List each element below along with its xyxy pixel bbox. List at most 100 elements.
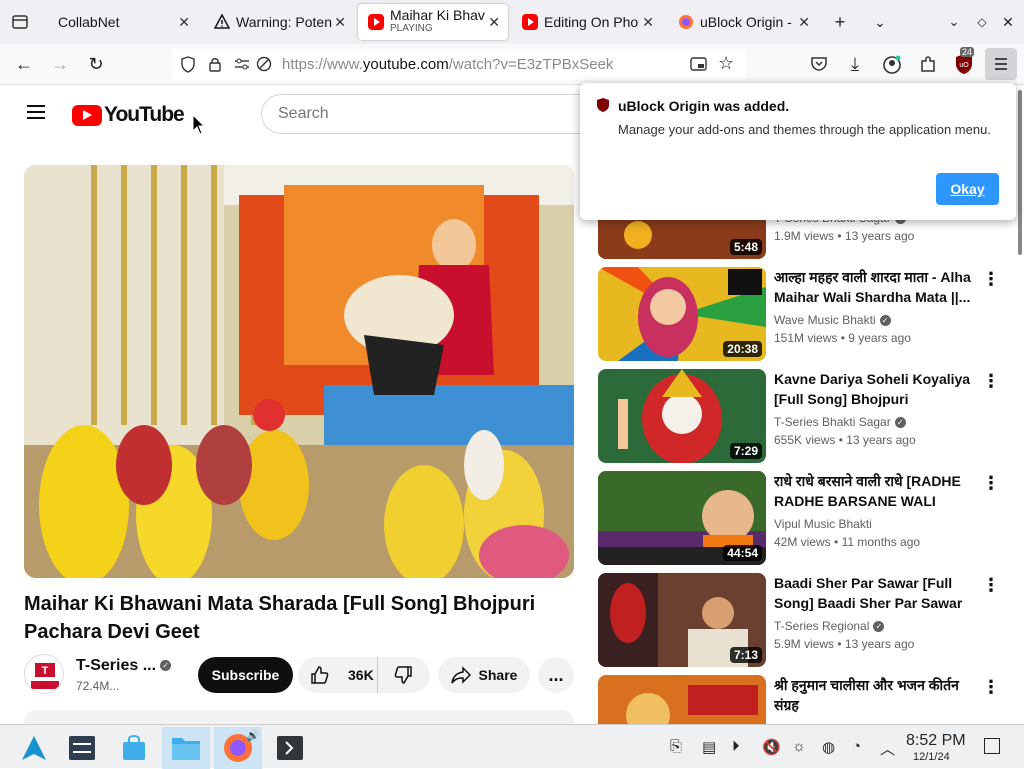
share-button[interactable]: Share: [438, 657, 530, 693]
more-vertical-icon[interactable]: ⋮: [982, 575, 1000, 596]
tab-playing-label: PLAYING: [390, 23, 433, 34]
video-player[interactable]: [24, 165, 574, 578]
video-thumbnail[interactable]: 7:29: [598, 369, 766, 463]
reload-icon[interactable]: ↻: [84, 52, 108, 76]
lock-icon[interactable]: [208, 56, 222, 73]
downloads-icon[interactable]: ⤓: [843, 52, 867, 76]
video-meta: 42M views • 11 months ago: [774, 535, 921, 549]
picture-in-picture-icon[interactable]: [690, 56, 707, 73]
ublock-badge: 24: [960, 47, 975, 57]
clock-date[interactable]: 12/1/24: [913, 751, 950, 763]
taskbar: 🔊 ⎘ ▤ ⏵ 🔇 ☼ ◍ ◔ ︿ 8:52 PM 12/1/24: [0, 724, 1024, 769]
description-box[interactable]: [24, 710, 574, 724]
ublock-origin-icon[interactable]: uO 24: [954, 47, 975, 75]
tab-list-icon[interactable]: ⌄: [868, 10, 892, 34]
software-store-icon[interactable]: [110, 727, 158, 769]
tray-expand-icon[interactable]: ︿: [880, 738, 895, 759]
pocket-icon[interactable]: [810, 56, 828, 72]
tab-warning[interactable]: Warning: Poten ✕: [204, 4, 354, 40]
video-title[interactable]: राधे राधे बरसाने वाली राधे [RADHE RADHE …: [774, 471, 974, 511]
more-vertical-icon[interactable]: ⋮: [982, 269, 1000, 290]
close-icon[interactable]: ✕: [334, 14, 346, 31]
video-title[interactable]: श्री हनुमान चालीसा और भजन कीर्तन संग्रह: [774, 675, 974, 715]
youtube-play-icon: [72, 104, 102, 126]
clock-time[interactable]: 8:52 PM: [906, 732, 966, 750]
tab-overview-icon[interactable]: [8, 10, 32, 34]
okay-button[interactable]: Okay: [936, 173, 999, 205]
video-title[interactable]: Baadi Sher Par Sawar [Full Song] Baadi S…: [774, 573, 974, 613]
url-bar[interactable]: https://www.youtube.com/watch?v=E3zTPBxS…: [172, 49, 746, 80]
autoplay-blocked-icon[interactable]: [256, 56, 272, 72]
url-text[interactable]: https://www.youtube.com/watch?v=E3zTPBxS…: [282, 56, 613, 73]
more-vertical-icon[interactable]: ⋮: [982, 473, 1000, 494]
terminal-icon[interactable]: [266, 727, 314, 769]
more-vertical-icon[interactable]: ⋮: [982, 677, 1000, 698]
like-button[interactable]: 36K: [298, 657, 378, 693]
forward-icon[interactable]: →: [48, 52, 72, 76]
verified-icon: ✓: [873, 621, 885, 633]
minimize-icon[interactable]: ⌄: [942, 10, 966, 34]
video-thumbnail[interactable]: 20:38: [598, 267, 766, 361]
app-menu-button[interactable]: [985, 48, 1017, 80]
video-frame-image: [24, 165, 574, 578]
video-channel[interactable]: Vipul Music Bhakti: [774, 517, 872, 531]
list-item[interactable]: 20:38 आल्हा महहर वाली शारदा माता - Alha …: [598, 267, 1008, 362]
firefox-icon[interactable]: 🔊: [214, 727, 262, 769]
clipboard-icon[interactable]: ⎘: [670, 738, 682, 755]
page-scrollbar[interactable]: [1018, 90, 1022, 255]
app-launcher-icon[interactable]: [10, 727, 58, 769]
channel-avatar[interactable]: T: [24, 654, 64, 694]
more-actions-button[interactable]: ...: [538, 657, 574, 693]
update-icon[interactable]: ◔: [852, 738, 861, 755]
video-title[interactable]: Kavne Dariya Soheli Koyaliya [Full Song]…: [774, 369, 974, 409]
subscribe-button[interactable]: Subscribe: [198, 657, 293, 693]
video-meta: 5.9M views • 13 years ago: [774, 637, 915, 651]
bookmark-star-icon[interactable]: ☆: [718, 53, 734, 74]
file-manager-icon[interactable]: [162, 727, 210, 769]
list-item[interactable]: 7:13 Baadi Sher Par Sawar [Full Song] Ba…: [598, 573, 1008, 668]
video-thumbnail[interactable]: 44:54: [598, 471, 766, 565]
channel-name[interactable]: T-Series ... ✓: [76, 657, 172, 675]
notes-icon[interactable]: ▤: [702, 738, 716, 756]
network-icon[interactable]: ◍: [822, 738, 835, 756]
window-close-icon[interactable]: ✕: [996, 10, 1020, 34]
volume-muted-icon[interactable]: 🔇: [762, 738, 781, 756]
account-icon[interactable]: [882, 55, 902, 75]
search-input[interactable]: Search: [261, 94, 591, 134]
brightness-icon[interactable]: ☼: [792, 738, 806, 755]
tab-collabnet[interactable]: CollabNet ✕: [48, 4, 198, 40]
youtube-logo[interactable]: YouTube: [72, 103, 185, 127]
guide-menu-icon[interactable]: [27, 101, 45, 123]
system-settings-icon[interactable]: [58, 727, 106, 769]
warning-icon: [214, 14, 230, 29]
extensions-puzzle-icon[interactable]: [918, 55, 938, 75]
list-item[interactable]: 44:54 राधे राधे बरसाने वाली राधे [RADHE …: [598, 471, 1008, 566]
video-channel[interactable]: T-Series Bhakti Sagar✓: [774, 415, 906, 429]
tab-editing[interactable]: Editing On Pho ✕: [512, 4, 662, 40]
tab-title: uBlock Origin -: [700, 14, 792, 30]
permissions-icon[interactable]: [234, 57, 250, 71]
show-desktop-icon[interactable]: [984, 738, 1000, 754]
maximize-icon[interactable]: ◇: [970, 10, 994, 34]
video-title[interactable]: आल्हा महहर वाली शारदा माता - Alha Maihar…: [774, 267, 974, 307]
more-vertical-icon[interactable]: ⋮: [982, 371, 1000, 392]
shield-icon[interactable]: [180, 56, 196, 73]
close-icon[interactable]: ✕: [798, 14, 810, 31]
close-icon[interactable]: ✕: [642, 14, 654, 31]
new-tab-icon[interactable]: +: [828, 10, 852, 34]
video-duration: 5:48: [729, 239, 762, 255]
list-item[interactable]: 7:29 Kavne Dariya Soheli Koyaliya [Full …: [598, 369, 1008, 464]
dislike-button[interactable]: [378, 657, 428, 693]
video-channel[interactable]: T-Series Regional ✓: [774, 619, 885, 633]
back-icon[interactable]: ←: [12, 52, 36, 76]
video-thumbnail[interactable]: [598, 675, 766, 724]
video-duration: 20:38: [723, 341, 762, 357]
video-channel[interactable]: Wave Music Bhakti ✓: [774, 313, 891, 327]
close-icon[interactable]: ✕: [488, 14, 500, 31]
video-thumbnail[interactable]: 7:13: [598, 573, 766, 667]
list-item[interactable]: श्री हनुमान चालीसा और भजन कीर्तन संग्रह …: [598, 675, 1008, 724]
media-player-icon[interactable]: ⏵: [732, 738, 740, 755]
tab-ublock[interactable]: uBlock Origin - ✕: [668, 4, 818, 40]
close-icon[interactable]: ✕: [178, 14, 190, 31]
tab-maihar[interactable]: Maihar Ki Bhav PLAYING ✕: [358, 4, 508, 40]
